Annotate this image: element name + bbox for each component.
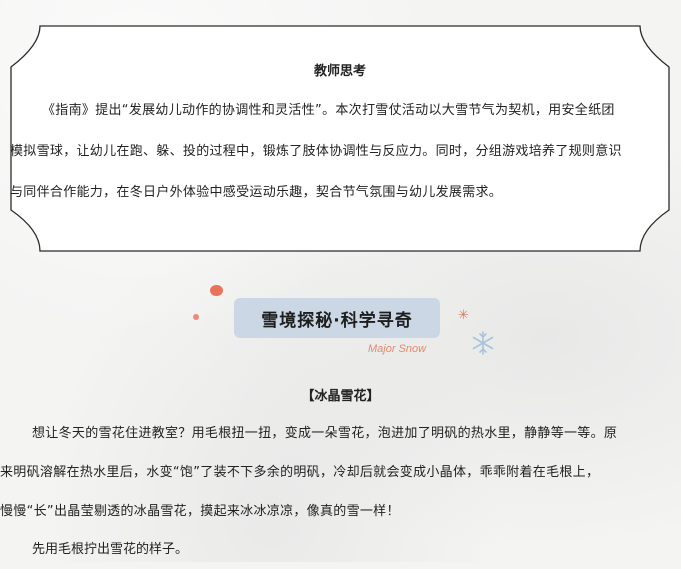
decor-dot (193, 314, 199, 320)
snowflake-icon (472, 331, 494, 355)
activity-heading: 【冰晶雪花】 (301, 389, 380, 404)
card-line: 模拟雪球，让幼儿在跑、躲、投的过程中，锻炼了肢体协调性与反应力。同时，分组游戏培… (10, 144, 622, 159)
decor-dot (210, 285, 223, 296)
section-subtitle: Major Snow (368, 343, 427, 355)
activity-step: 先用毛根拧出雪花的样子。 (0, 530, 681, 569)
activity-line: 慢慢“长”出晶莹剔透的冰晶雪花，摸起来冰冰凉凉，像真的雪一样！ (0, 504, 400, 519)
section-banner: 雪境探秘·科学寻奇 ✳ Major Snow (190, 280, 500, 365)
teacher-reflection-card: 教师思考 《指南》提出“发展幼儿动作的协调性和灵活性”。本次打雪仗活动以大雪节气… (10, 25, 670, 252)
section-title: 雪境探秘·科学寻奇 (234, 298, 440, 338)
card-line: 与同伴合作能力，在冬日户外体验中感受运动乐趣，契合节气氛围与幼儿发展需求。 (10, 185, 503, 200)
card-title: 教师思考 (313, 64, 366, 79)
activity-step-line: 先用毛根拧出雪花的样子。 (32, 542, 189, 557)
activity-paragraph: 想让冬天的雪花住进教室？用毛根扭一扭，变成一朵雪花，泡进加了明矾的热水里，静静等… (0, 414, 681, 531)
sparkle-icon: ✳ (458, 308, 469, 323)
activity-line: 来明矾溶解在热水里后，水变“饱”了装不下多余的明矾，冷却后就会变成小晶体，乖乖附… (0, 465, 600, 480)
card-line: 《指南》提出“发展幼儿动作的协调性和灵活性”。本次打雪仗活动以大雪节气为契机，用… (42, 103, 615, 118)
card-paragraph: 《指南》提出“发展幼儿动作的协调性和灵活性”。本次打雪仗活动以大雪节气为契机，用… (10, 90, 666, 213)
activity-line: 想让冬天的雪花住进教室？用毛根扭一扭，变成一朵雪花，泡进加了明矾的热水里，静静等… (32, 426, 618, 441)
